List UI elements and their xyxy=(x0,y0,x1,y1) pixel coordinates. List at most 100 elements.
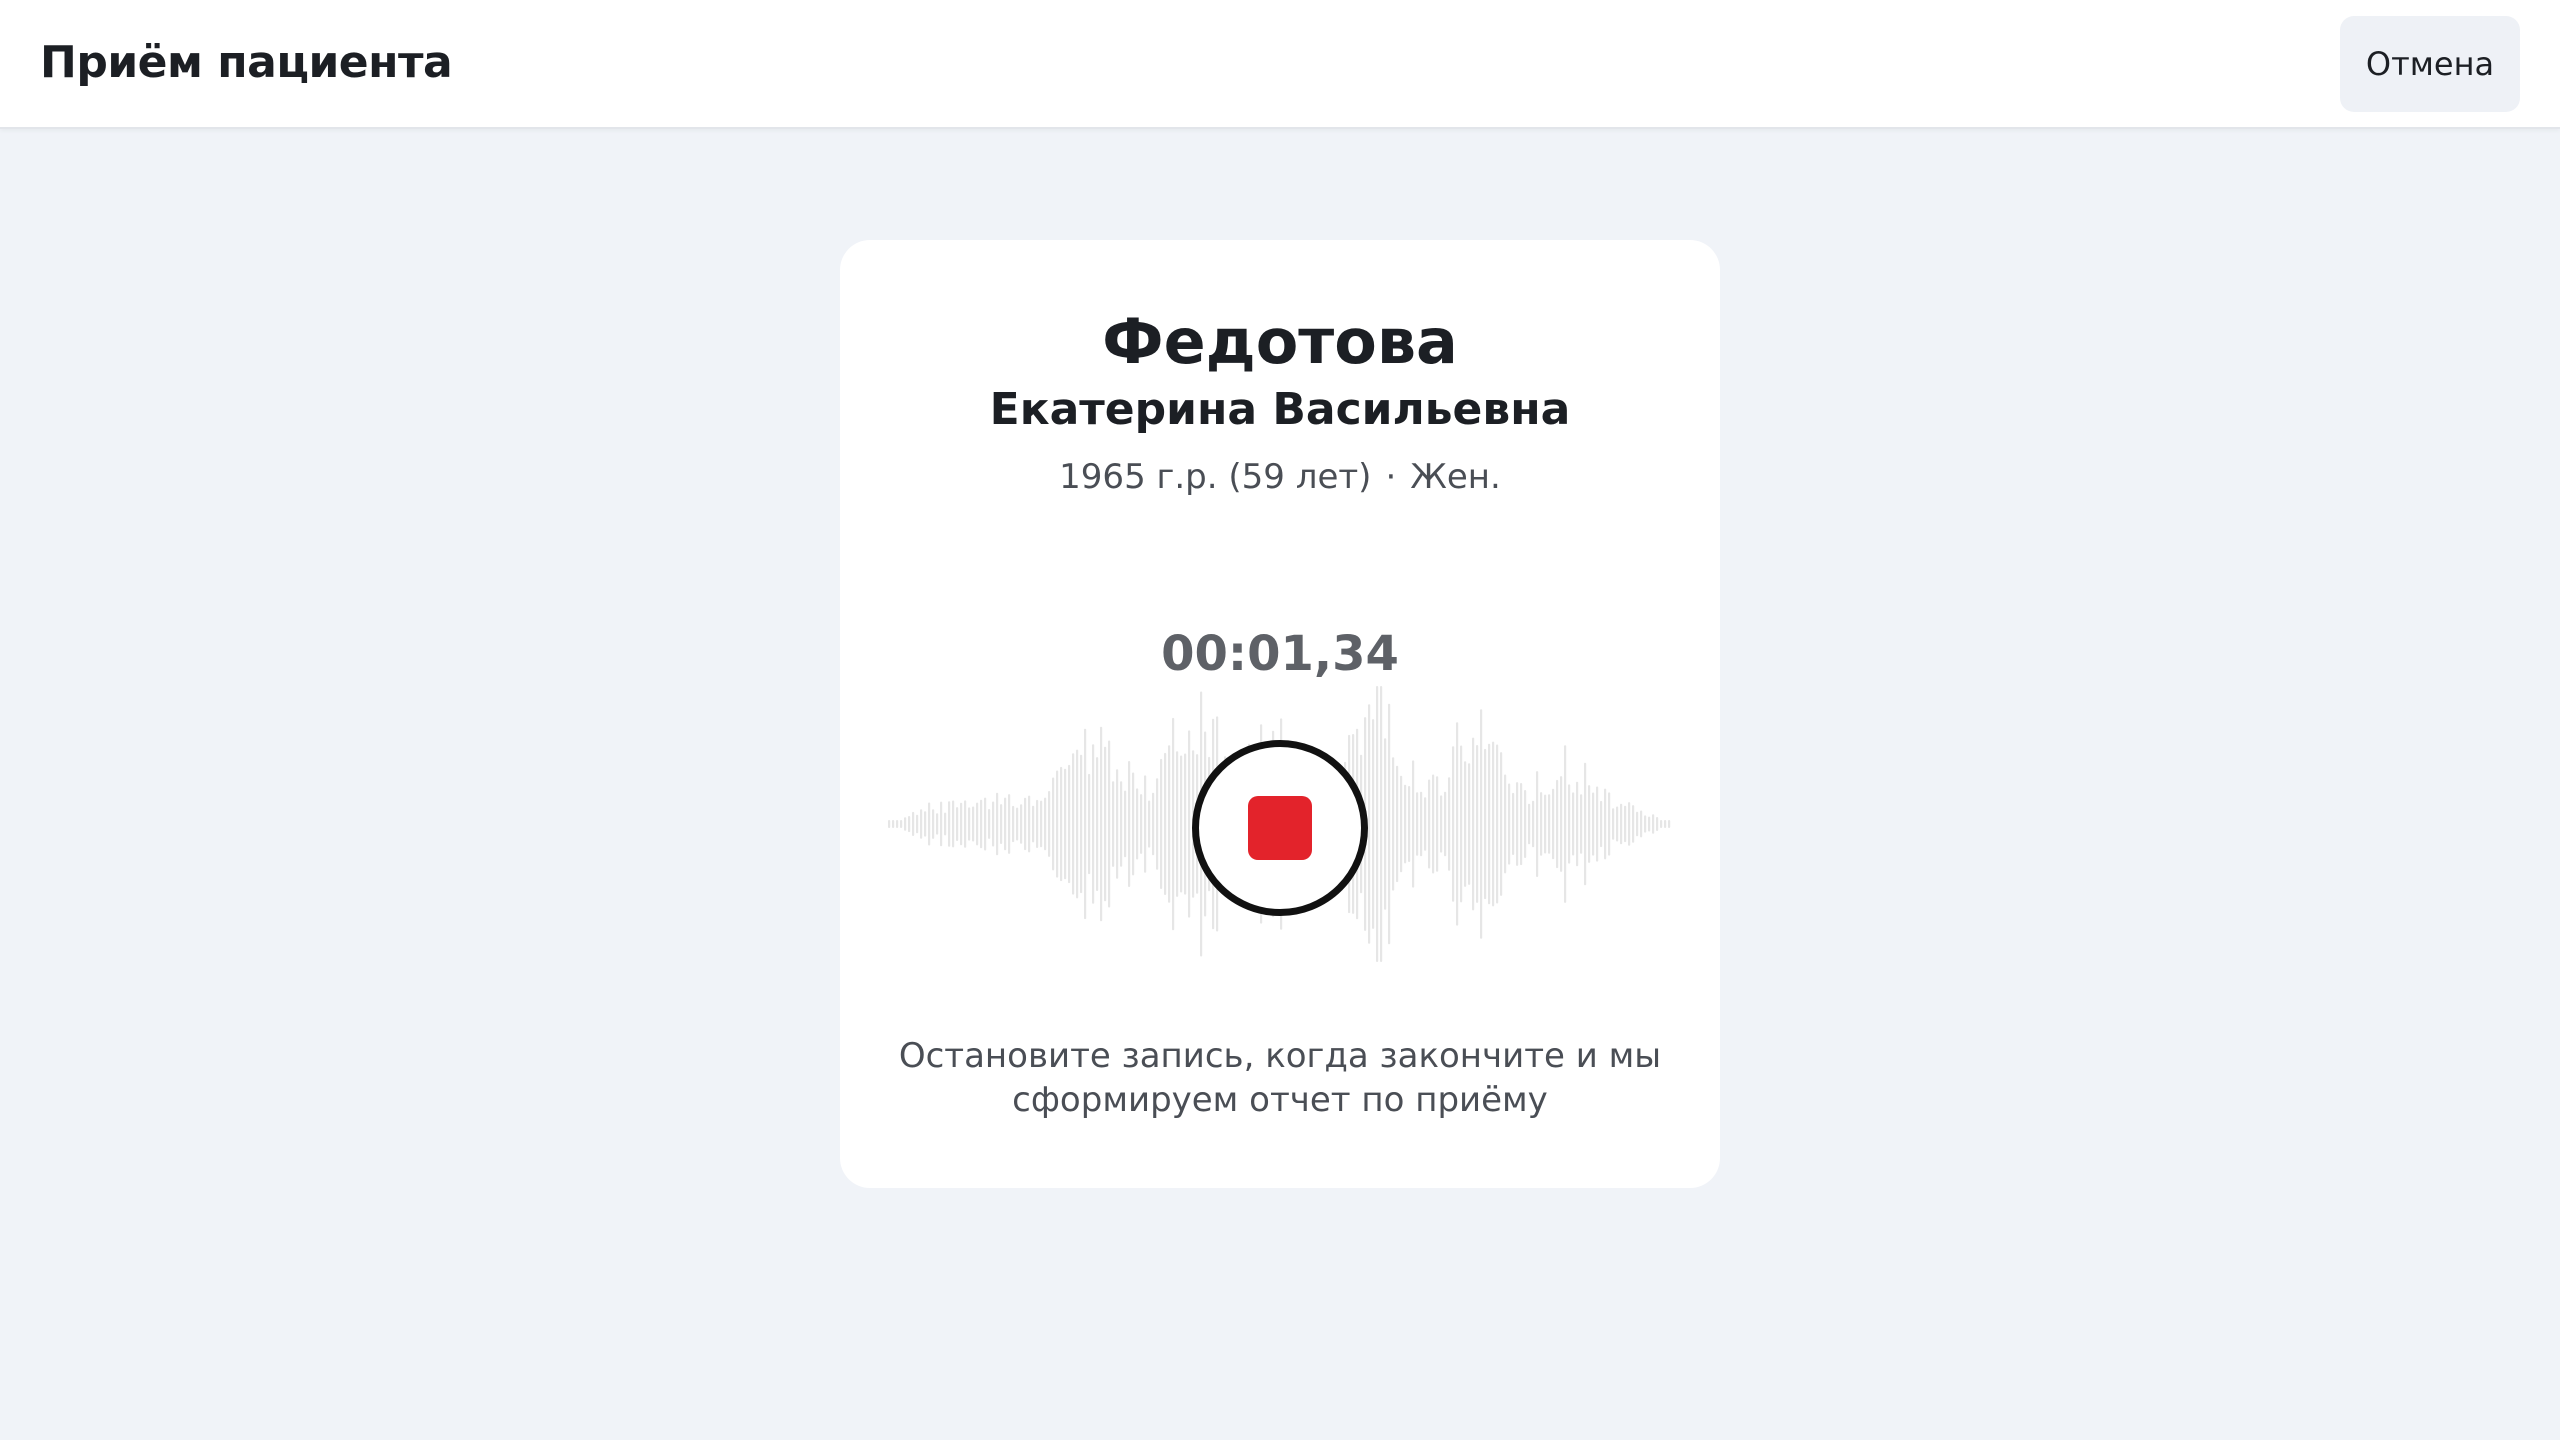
waveform-bar xyxy=(1376,686,1379,962)
waveform-bar xyxy=(1064,768,1067,880)
waveform-bar xyxy=(1436,776,1439,872)
waveform-bar xyxy=(1072,753,1075,895)
waveform-bar xyxy=(1488,743,1491,905)
waveform-bar xyxy=(1576,781,1579,867)
waveform-bar xyxy=(1112,781,1115,867)
waveform-bar xyxy=(1516,782,1519,866)
waveform-bar xyxy=(1660,820,1663,828)
waveform-bar xyxy=(1556,779,1559,869)
waveform-bar xyxy=(1452,746,1455,902)
waveform-bar xyxy=(1140,794,1143,854)
waveform-bar xyxy=(896,820,899,828)
waveform-bar xyxy=(1464,761,1467,887)
waveform-bar xyxy=(1508,783,1511,865)
waveform-bar xyxy=(956,807,959,841)
waveform-bar xyxy=(1596,786,1599,862)
waveform-bar xyxy=(944,812,947,836)
waveform-bar xyxy=(1460,745,1463,903)
waveform-bar xyxy=(1444,791,1447,857)
patient-gender: Жен. xyxy=(1410,457,1501,497)
waveform-bar xyxy=(1136,788,1139,860)
waveform-bar xyxy=(1644,815,1647,833)
waveform-bar xyxy=(908,816,911,833)
waveform-bar xyxy=(1068,764,1071,884)
waveform-bar xyxy=(1512,792,1515,855)
waveform-bar xyxy=(972,806,975,842)
waveform-bar xyxy=(1532,800,1535,848)
hint-line-2: сформируем отчет по приёму xyxy=(1012,1080,1548,1120)
waveform-bar xyxy=(1380,686,1383,962)
waveform-bar xyxy=(1504,774,1507,874)
waveform-bar xyxy=(964,800,967,848)
waveform-bar xyxy=(1544,794,1547,854)
waveform-bar xyxy=(940,801,943,847)
waveform-bar xyxy=(984,797,987,851)
waveform-bar xyxy=(1012,805,1015,843)
meta-separator: · xyxy=(1385,457,1397,497)
waveform-bar xyxy=(1548,794,1551,854)
waveform-bar xyxy=(1040,800,1043,848)
cancel-button[interactable]: Отмена xyxy=(2340,16,2520,112)
waveform-bar xyxy=(1600,800,1603,848)
waveform-bar xyxy=(1124,790,1127,858)
waveform-bar xyxy=(1620,803,1623,845)
waveform-bar xyxy=(1096,757,1099,891)
stop-recording-button[interactable] xyxy=(1192,740,1368,916)
waveform-bar xyxy=(1624,805,1627,843)
waveform-bar xyxy=(888,820,891,828)
waveform-bar xyxy=(1648,816,1651,832)
waveform-bar xyxy=(1404,784,1407,864)
waveform-bar xyxy=(1612,808,1615,840)
waveform-bar xyxy=(1084,728,1087,920)
waveform-bar xyxy=(920,809,923,839)
waveform-bar xyxy=(1368,704,1371,944)
waveform-bar xyxy=(1412,760,1415,888)
waveform-bar xyxy=(1584,762,1587,886)
waveform-bar xyxy=(1024,797,1027,851)
waveform-bar xyxy=(1496,744,1499,904)
waveform-bar xyxy=(1060,766,1063,882)
waveform-bar xyxy=(900,820,903,828)
waveform-bar xyxy=(1656,817,1659,831)
waveform-bar xyxy=(1008,794,1011,854)
waveform-bar xyxy=(1604,788,1607,860)
waveform-bar xyxy=(1528,803,1531,845)
waveform-bar xyxy=(1056,770,1059,878)
waveform-bar xyxy=(1564,745,1567,903)
waveform-bar xyxy=(1476,745,1479,903)
waveform-bar xyxy=(1092,744,1095,904)
waveform-bar xyxy=(1468,763,1471,885)
top-bar: Приём пациента Отмена xyxy=(0,0,2560,129)
waveform-bar xyxy=(1664,820,1667,828)
waveform-bar xyxy=(1172,717,1175,931)
waveform-bar xyxy=(1164,752,1167,895)
waveform-bar xyxy=(1184,753,1187,895)
waveform-bar xyxy=(1152,792,1155,856)
waveform-bar xyxy=(1108,740,1111,908)
recording-timer: 00:01,34 xyxy=(1161,626,1399,682)
waveform-bar xyxy=(1652,814,1655,834)
waveform-bar xyxy=(1668,820,1671,828)
waveform-bar xyxy=(916,814,919,834)
waveform-bar xyxy=(1640,810,1643,838)
stop-icon xyxy=(1248,796,1312,860)
waveform-bar xyxy=(1080,754,1083,894)
waveform-bar xyxy=(1628,802,1631,846)
waveform-bar xyxy=(1052,777,1055,871)
waveform-bar xyxy=(1180,755,1183,893)
patient-given-names: Екатерина Васильевна xyxy=(989,384,1571,435)
waveform-bar xyxy=(1580,794,1583,854)
waveform-bar xyxy=(1524,790,1527,858)
patient-meta: 1965 г.р. (59 лет) · Жен. xyxy=(840,452,1720,502)
waveform-bar xyxy=(1028,795,1031,853)
waveform-bar xyxy=(1492,741,1495,907)
waveform-bar xyxy=(1004,797,1007,851)
waveform-bar xyxy=(1036,799,1039,848)
waveform-bar xyxy=(892,820,895,828)
waveform-bar xyxy=(1000,804,1003,844)
waveform-bar xyxy=(948,801,951,847)
waveform-bar xyxy=(1500,752,1503,896)
waveform-bar xyxy=(968,807,971,841)
waveform-bar xyxy=(1020,804,1023,844)
waveform-bar xyxy=(1424,797,1427,851)
